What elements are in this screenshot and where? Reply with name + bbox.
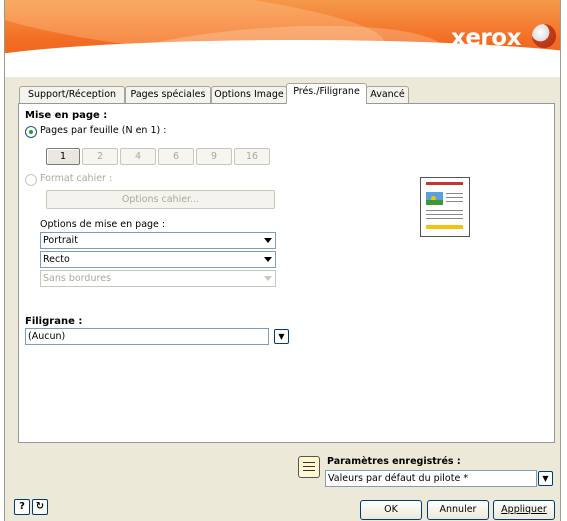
tab-avance[interactable]: Avancé [366,86,409,103]
print-properties-window: xerox Support/Réception Pages spéciales … [4,0,561,521]
sides-select[interactable]: Recto [40,251,276,268]
borders-select[interactable]: Sans bordures [40,270,276,287]
saved-settings-title: Paramètres enregistrés : [327,456,461,467]
pages-per-sheet-1-button[interactable]: 1 [46,148,80,165]
booklet-options-button[interactable]: Options cahier... [46,190,275,209]
watermark-value: (Aucun) [28,331,66,342]
layout-section-title: Mise en page : [25,110,108,121]
pages-per-sheet-6-button[interactable]: 6 [158,148,194,165]
apply-button[interactable]: Appliquer [493,500,555,520]
chevron-down-icon[interactable] [260,234,274,247]
saved-settings-value: Valeurs par défaut du pilote * [328,473,469,484]
xerox-banner: xerox [5,0,560,77]
saved-settings-dropdown-button[interactable]: ▼ [538,471,553,486]
xerox-logo: xerox [451,25,521,51]
pages-per-sheet-9-button[interactable]: 9 [196,148,232,165]
booklet-label: Format cahier : [40,173,113,184]
orientation-select[interactable]: Portrait [40,232,276,249]
xerox-sphere-icon [532,24,556,48]
pages-per-sheet-radio[interactable] [25,126,37,138]
watermark-select[interactable]: (Aucun) [25,328,269,345]
layout-preview-icon [420,177,470,237]
ok-button[interactable]: OK [360,500,422,520]
sides-value: Recto [43,254,70,265]
footer-area: Paramètres enregistrés : Valeurs par déf… [5,441,560,521]
borders-value: Sans bordures [43,273,111,284]
saved-settings-icon [298,456,320,478]
cancel-button[interactable]: Annuler [427,500,489,520]
watermark-dropdown-button[interactable]: ▼ [274,329,289,344]
pages-per-sheet-16-button[interactable]: 16 [234,148,270,165]
reset-icon[interactable]: ↻ [32,499,48,515]
pages-per-sheet-2-button[interactable]: 2 [82,148,118,165]
booklet-radio[interactable] [25,174,37,186]
saved-settings-select[interactable]: Valeurs par défaut du pilote * [325,470,537,487]
tab-options-image[interactable]: Options Image [211,86,287,103]
chevron-down-icon[interactable] [260,253,274,266]
pages-per-sheet-4-button[interactable]: 4 [120,148,156,165]
watermark-title: Filigrane : [25,316,83,327]
tab-support-reception[interactable]: Support/Réception [19,86,125,103]
tab-pages-speciales[interactable]: Pages spéciales [125,86,211,103]
tab-panel: Mise en page : Pages par feuille (N en 1… [18,103,555,443]
chevron-down-icon[interactable] [260,272,274,285]
orientation-value: Portrait [43,235,78,246]
layout-options-label: Options de mise en page : [40,219,166,230]
help-button[interactable]: ? [14,499,30,515]
tab-pres-filigrane[interactable]: Prés./Filigrane [286,83,367,104]
pages-per-sheet-label: Pages par feuille (N en 1) : [40,125,167,136]
